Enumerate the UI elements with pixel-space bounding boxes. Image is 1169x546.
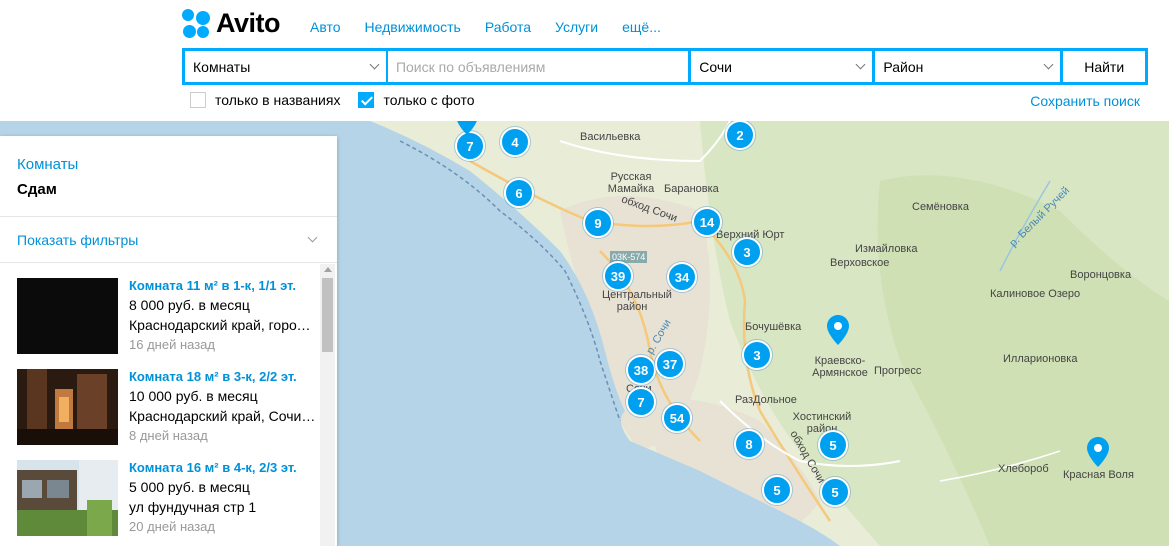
map-label: Воронцовка [1070, 269, 1132, 281]
map-cluster[interactable]: 7 [626, 387, 656, 417]
scroll-up-icon[interactable] [324, 267, 332, 272]
search-input[interactable]: Поиск по объявлениям [387, 51, 689, 82]
nav-more[interactable]: ещё... [622, 19, 661, 35]
map-label: Верховское [830, 257, 890, 269]
nav-auto[interactable]: Авто [310, 19, 341, 35]
titles-only-checkbox[interactable]: только в названиях [190, 92, 340, 108]
listing-item[interactable]: Комната 11 м² в 1-к, 1/1 эт. 8 000 руб. … [17, 278, 317, 358]
map-pin-icon[interactable] [456, 121, 478, 135]
map-label: Краевско-Армянское [812, 355, 868, 379]
listing-date: 8 дней назад [129, 428, 208, 443]
listing-item[interactable]: Комната 16 м² в 4-к, 2/3 эт. 5 000 руб. … [17, 460, 317, 540]
chevron-down-icon [855, 59, 866, 70]
map-label: Илларионовка [1003, 353, 1078, 365]
map-cluster[interactable]: 54 [662, 403, 692, 433]
map-cluster[interactable]: 39 [603, 261, 633, 291]
listing-list: Комната 11 м² в 1-к, 1/1 эт. 8 000 руб. … [0, 264, 337, 546]
listing-scrollbar[interactable] [320, 264, 335, 546]
with-photo-checkbox[interactable]: только с фото [358, 92, 475, 108]
map-label: Измайловка [855, 243, 918, 255]
map-label: Васильевка [580, 131, 641, 143]
map-label: Центральный район [602, 289, 672, 313]
show-filters-toggle[interactable]: Показать фильтры [0, 217, 337, 263]
map-label: Прогресс [874, 365, 922, 377]
listing-photo[interactable] [17, 369, 118, 445]
map-label: РазДольное [735, 394, 797, 406]
sidebar-header: Комнаты Сдам [0, 136, 337, 217]
map-label: Русская Мамайка [607, 171, 655, 195]
sidebar-category-link[interactable]: Комнаты [17, 156, 320, 173]
region-value: Район [883, 58, 924, 75]
city-select[interactable]: Сочи [691, 51, 873, 82]
avito-logo[interactable]: Avito [182, 8, 281, 39]
category-value: Комнаты [193, 58, 251, 75]
map-cluster[interactable]: 8 [734, 429, 764, 459]
listing-title[interactable]: Комната 11 м² в 1-к, 1/1 эт. [129, 278, 317, 293]
map-label: Хлеборoб [998, 463, 1049, 475]
map-cluster[interactable]: 38 [626, 355, 656, 385]
listing-title[interactable]: Комната 16 м² в 4-к, 2/3 эт. [129, 460, 317, 475]
nav-realty[interactable]: Недвижимость [365, 19, 461, 35]
listing-address: ул фундучная стр 1 [129, 499, 257, 515]
scroll-thumb[interactable] [322, 278, 333, 352]
map-label: Красная Воля [1063, 469, 1134, 481]
map-label: Бочушёвка [745, 321, 802, 333]
listing-item[interactable]: Комната 18 м² в 3-к, 2/2 эт. 10 000 руб.… [17, 369, 317, 449]
map-cluster[interactable]: 34 [667, 262, 697, 292]
with-photo-label: только с фото [383, 92, 475, 108]
listing-title[interactable]: Комната 18 м² в 3-к, 2/2 эт. [129, 369, 317, 384]
map-cluster[interactable]: 3 [742, 340, 772, 370]
map-cluster[interactable]: 37 [655, 349, 685, 379]
map-cluster[interactable]: 5 [818, 430, 848, 460]
checkbox-icon [190, 92, 206, 108]
category-select[interactable]: Комнаты [185, 51, 386, 82]
header: Avito Авто Недвижимость Работа Услуги ещ… [0, 0, 1169, 121]
show-filters-label: Показать фильтры [17, 231, 139, 248]
listing-price: 10 000 руб. в месяц [129, 388, 258, 404]
listing-date: 20 дней назад [129, 519, 215, 534]
map-cluster[interactable]: 4 [500, 127, 530, 157]
listing-address: Краснодарский край, город Сочи [129, 317, 317, 333]
map-label: Калиновое Озеро [990, 288, 1081, 300]
listing-date: 16 дней назад [129, 337, 215, 352]
map-label: Барановка [664, 183, 719, 195]
map-pin-icon[interactable] [827, 315, 849, 345]
map-cluster[interactable]: 5 [820, 477, 850, 507]
map-cluster[interactable]: 7 [455, 131, 485, 161]
city-value: Сочи [699, 58, 732, 75]
listing-price: 5 000 руб. в месяц [129, 479, 250, 495]
chevron-down-icon [1043, 59, 1054, 70]
search-button[interactable]: Найти [1063, 51, 1145, 82]
map-cluster[interactable]: 5 [762, 475, 792, 505]
listing-price: 8 000 руб. в месяц [129, 297, 250, 313]
region-select[interactable]: Район [875, 51, 1061, 82]
sidebar-subtitle: Сдам [17, 181, 57, 198]
results-sidebar: Комнаты Сдам Показать фильтры Комната 11… [0, 136, 337, 546]
map-cluster[interactable]: 2 [725, 121, 755, 150]
search-filters: только в названиях только с фото [190, 92, 493, 108]
search-bar: Комнаты Поиск по объявлениям Сочи Район … [182, 48, 1148, 85]
save-search-link[interactable]: Сохранить поиск [1030, 93, 1140, 109]
chevron-down-icon [369, 59, 380, 70]
top-nav: Авто Недвижимость Работа Услуги ещё... [310, 19, 661, 35]
nav-jobs[interactable]: Работа [485, 19, 531, 35]
listing-photo[interactable] [17, 460, 118, 536]
map-cluster[interactable]: 6 [504, 178, 534, 208]
listing-photo[interactable] [17, 278, 118, 354]
map-cluster[interactable]: 9 [583, 208, 613, 238]
logo-text: Avito [216, 8, 281, 38]
map-cluster[interactable]: 14 [692, 207, 722, 237]
listing-address: Краснодарский край, Сочи, ул [129, 408, 317, 424]
avito-logo-icon [182, 8, 212, 39]
map-pin-icon[interactable] [1087, 437, 1109, 467]
titles-only-label: только в названиях [215, 92, 341, 108]
nav-services[interactable]: Услуги [555, 19, 598, 35]
map-cluster[interactable]: 3 [732, 237, 762, 267]
search-placeholder: Поиск по объявлениям [395, 58, 546, 75]
map-label: Семёновка [912, 201, 969, 213]
chevron-down-icon [307, 232, 318, 243]
checkbox-checked-icon [358, 92, 375, 108]
